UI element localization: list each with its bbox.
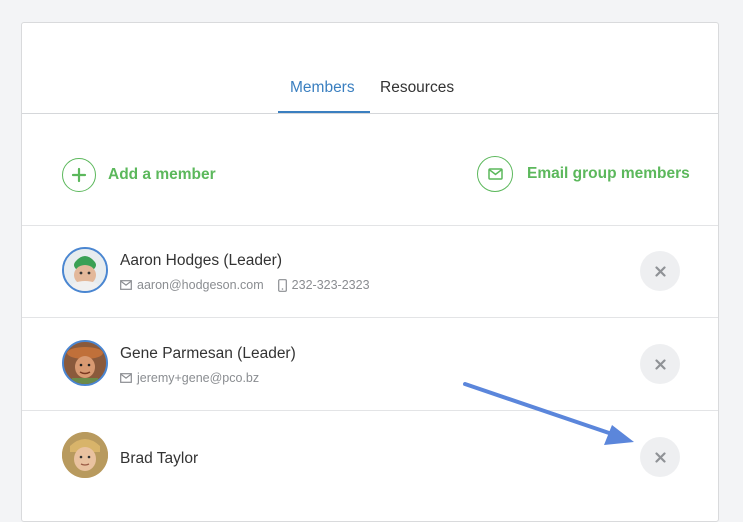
actions-bar: Add a member Email group members xyxy=(22,113,718,226)
mobile-phone-icon xyxy=(277,278,287,292)
member-name: Gene Parmesan (Leader) xyxy=(120,345,296,362)
member-contact: jeremy+gene@pco.bz xyxy=(120,371,259,385)
tab-members[interactable]: Members xyxy=(290,79,355,97)
email-group-button[interactable]: Email group members xyxy=(477,156,690,192)
member-contact: aaron@hodgeson.com 232-323-2323 xyxy=(120,278,370,292)
member-email[interactable]: aaron@hodgeson.com xyxy=(137,278,264,292)
close-icon xyxy=(654,451,666,463)
close-icon xyxy=(654,358,666,370)
add-member-label: Add a member xyxy=(108,166,216,183)
close-icon xyxy=(654,265,666,277)
remove-member-button[interactable] xyxy=(640,251,680,291)
member-row: Gene Parmesan (Leader) jeremy+gene@pco.b… xyxy=(22,318,718,411)
tab-bar: Members Resources xyxy=(22,23,718,114)
member-name: Aaron Hodges (Leader) xyxy=(120,252,282,269)
member-row: Brad Taylor xyxy=(22,411,718,504)
member-email[interactable]: jeremy+gene@pco.bz xyxy=(137,371,259,385)
envelope-icon xyxy=(120,280,132,290)
add-member-button[interactable]: Add a member xyxy=(62,158,216,192)
member-name: Brad Taylor xyxy=(120,450,199,467)
remove-member-button[interactable] xyxy=(640,344,680,384)
plus-icon xyxy=(62,158,96,192)
remove-member-button[interactable] xyxy=(640,437,680,477)
avatar xyxy=(62,247,108,293)
group-card: Members Resources Add a member Email gro… xyxy=(21,22,719,522)
avatar xyxy=(62,432,108,478)
envelope-icon xyxy=(477,156,513,192)
email-group-label: Email group members xyxy=(527,165,690,182)
avatar xyxy=(62,340,108,386)
envelope-icon xyxy=(120,373,132,383)
tab-resources[interactable]: Resources xyxy=(380,79,454,97)
member-row: Aaron Hodges (Leader) aaron@hodgeson.com… xyxy=(22,225,718,318)
member-phone[interactable]: 232-323-2323 xyxy=(292,278,370,292)
